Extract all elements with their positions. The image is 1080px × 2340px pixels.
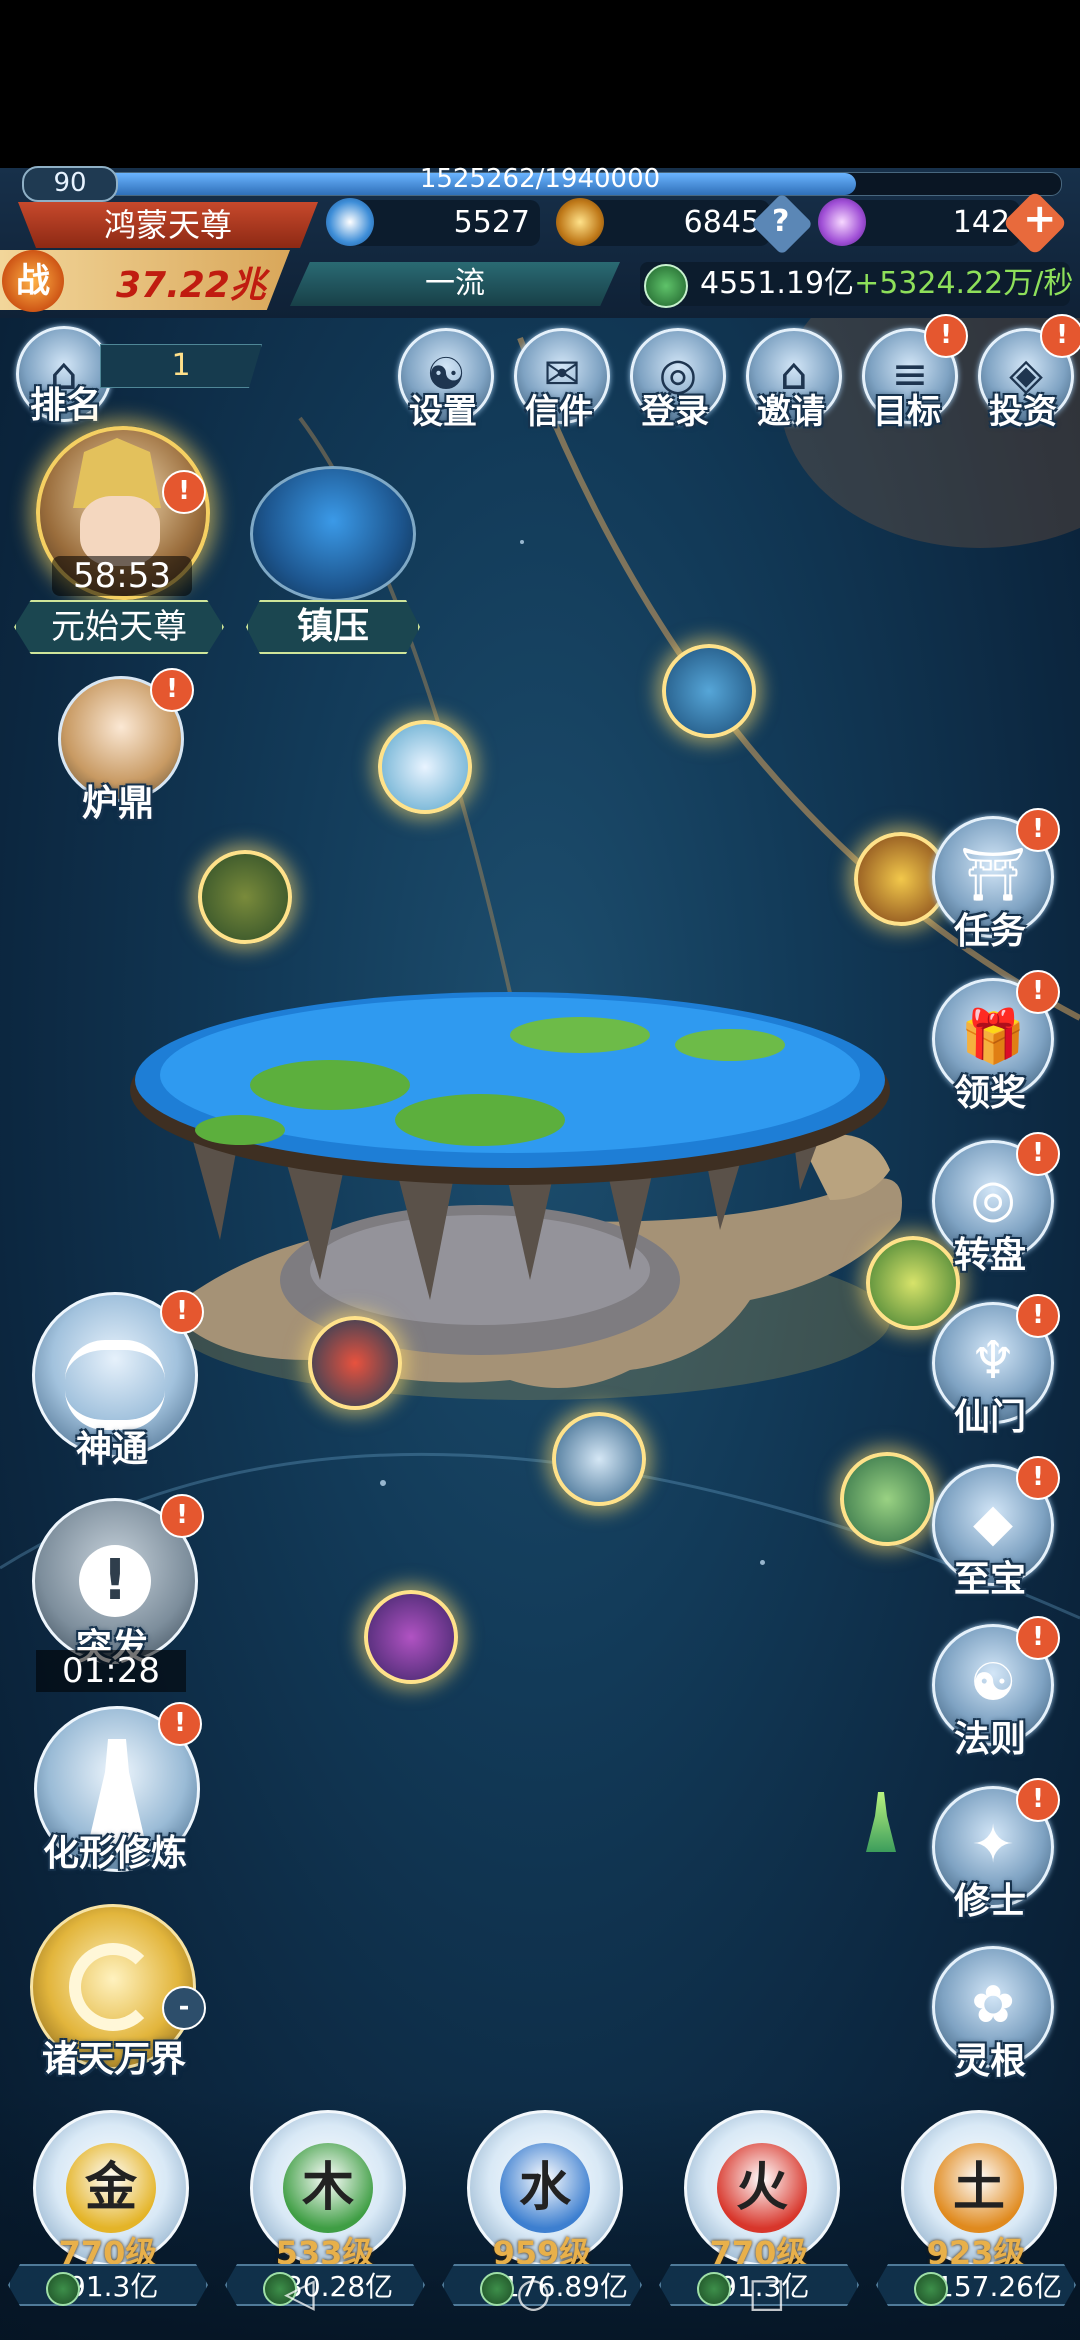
player-title[interactable]: 鸿蒙天尊 [18,202,318,248]
transform-badge: ! [158,1702,202,1746]
emergency-badge: ! [160,1494,204,1538]
top-menu-label: 登录 [641,392,709,432]
top-menu-label: 邀请 [757,392,825,432]
spirit-orb[interactable] [662,644,756,738]
top-menu-label: 设置 [409,392,477,432]
help-glyph: ? [772,204,790,239]
status-area [0,0,1080,168]
resource-3: 142 [840,200,1020,246]
element-glyph: 金 [66,2143,156,2233]
right-menu-badge: ! [1016,1132,1060,1176]
element-glyph: 火 [717,2143,807,2233]
jade-coin-icon [644,264,688,308]
spirit-orb[interactable] [198,850,292,944]
spirit-orb[interactable] [364,1590,458,1684]
wind-icon [65,1340,165,1430]
home-nav-icon[interactable]: ○ [516,2270,551,2316]
worlds-badge: - [162,1986,206,2030]
right-menu-label: 至宝 [953,1559,1026,1600]
suppress-turtle-icon[interactable] [250,466,416,602]
resource-1: 5527 [350,200,540,246]
element-glyph: 水 [500,2143,590,2233]
right-menu-label: 领奖 [953,1073,1026,1114]
boss-timer: 58:53 [52,556,192,596]
shentong-label: 神通 [75,1429,148,1470]
top-menu-badge: ! [924,314,968,358]
xp-text: 1525262/1940000 [419,164,661,194]
right-menu-badge: ! [1016,1778,1060,1822]
spirit-orb[interactable] [308,1316,402,1410]
boss-label[interactable]: 元始天尊 [14,600,224,654]
suppress-label[interactable]: 镇压 [246,600,420,654]
right-menu-badge: ! [1016,808,1060,852]
rank-label: 排名 [29,385,102,426]
income-value: 4551.19亿 [700,266,855,301]
spirit-orb[interactable] [378,720,472,814]
emergency-timer: 01:28 [36,1650,186,1692]
swirl-icon [69,1943,157,2031]
back-nav-icon[interactable]: ◁ [284,2270,315,2316]
right-menu-badge: ! [1016,1616,1060,1660]
right-menu-label: 任务 [953,911,1026,952]
spirit-flame-icon [326,198,374,246]
top-menu-label: 信件 [525,392,593,432]
right-menu-label: 仙门 [953,1397,1026,1438]
transform-label: 化形修炼 [42,1833,187,1874]
boss-badge: ! [162,470,206,514]
furnace-label: 炉鼎 [81,783,154,824]
income-bar: 4551.19亿+5324.22万/秒 [640,262,1074,306]
element-glyph: 土 [934,2143,1024,2233]
recent-nav-icon[interactable]: □ [748,2270,786,2316]
purple-gem-icon [818,198,866,246]
resource-2: 6845 [580,200,770,246]
top-menu-label: 投资 [989,392,1057,432]
income-rate: +5324.22万/秒 [854,266,1074,301]
system-navbar: ◁ ○ □ [0,2262,1080,2340]
right-menu-label: 转盘 [953,1235,1026,1276]
right-menu-badge: ! [1016,1294,1060,1338]
spirit-orb[interactable] [840,1452,934,1546]
top-menu-label: 目标 [873,392,941,432]
top-menu-badge: ! [1040,314,1080,358]
right-menu-badge: ! [1016,1456,1060,1500]
tiger-token-icon [556,198,604,246]
right-menu-label: 法则 [953,1719,1026,1760]
alert-icon: ! [79,1545,151,1617]
element-glyph: 木 [283,2143,373,2233]
plus-icon: + [1023,196,1057,242]
right-menu-badge: ! [1016,970,1060,1014]
rank-value: 1 [100,344,262,388]
right-menu-label: 修士 [953,1881,1026,1922]
realm-tier[interactable]: 一流 [290,262,620,306]
worlds-label: 诸天万界 [41,2039,186,2080]
spirit-orb[interactable] [552,1412,646,1506]
furnace-badge: ! [150,668,194,712]
world-turtle [130,992,902,1400]
battle-icon: 战 [2,250,64,312]
player-level: 90 [22,166,118,202]
power-value: 37.22兆 [116,265,266,306]
shentong-badge: ! [160,1290,204,1334]
right-menu-label: 灵根 [953,2041,1026,2082]
